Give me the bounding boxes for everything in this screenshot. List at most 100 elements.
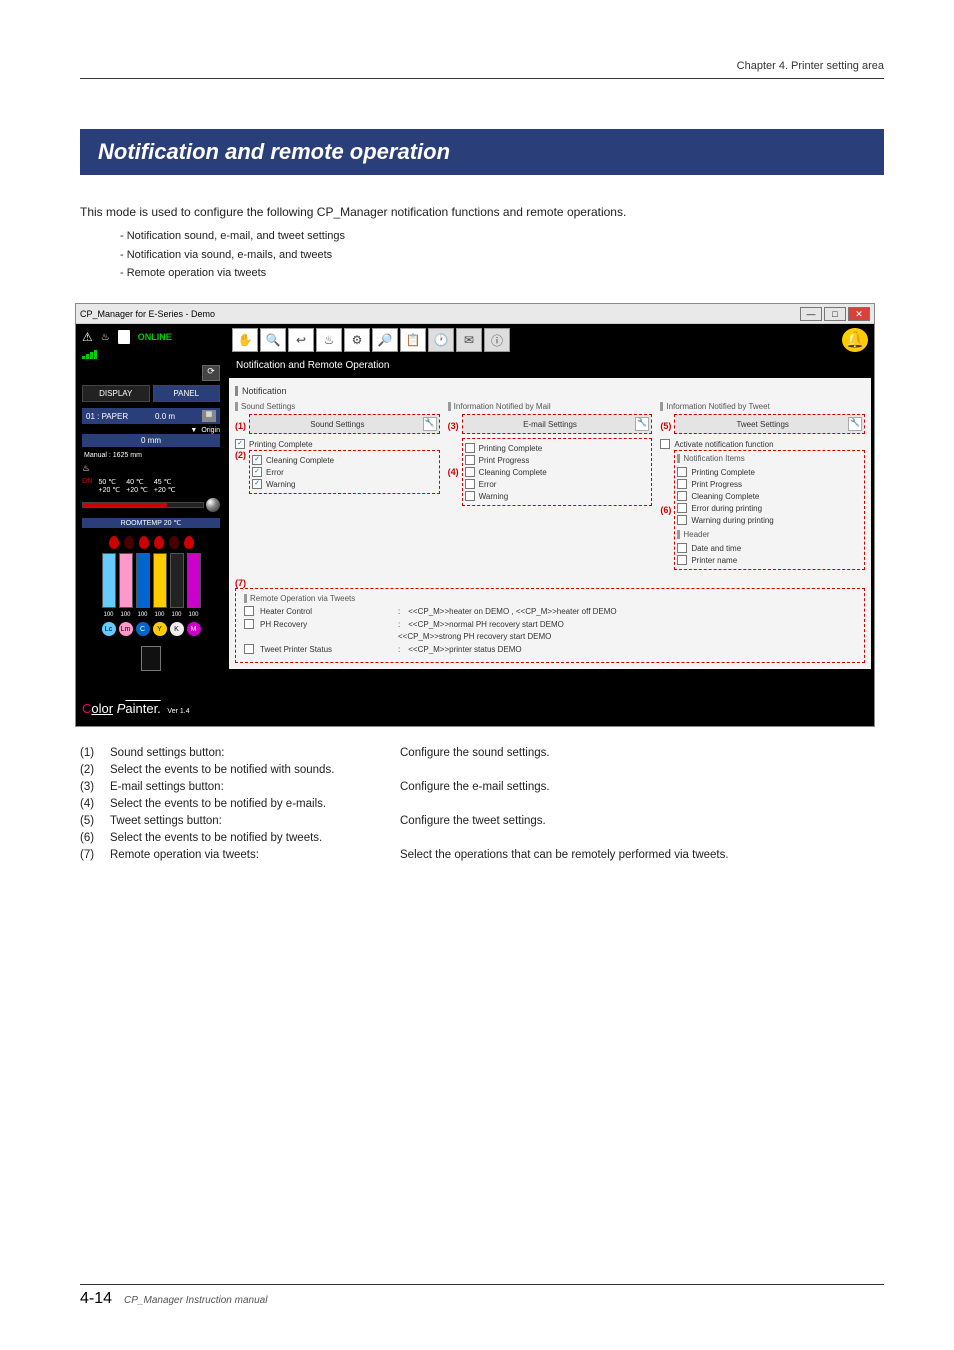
leg-7-d: Select the operations that can be remote… xyxy=(400,849,884,861)
toolbar-btn-2[interactable]: 🔍 xyxy=(260,328,286,352)
toolbar-btn-7[interactable]: 📋 xyxy=(400,328,426,352)
ink-icon[interactable] xyxy=(118,330,130,344)
notification-bell-icon[interactable]: 🔔 xyxy=(842,328,868,352)
lbl-ph: PH Recovery xyxy=(260,620,390,629)
window-title: CP_Manager for E-Series - Demo xyxy=(80,309,215,319)
toolbar-btn-1[interactable]: ✋ xyxy=(232,328,258,352)
chk-sound-print-complete[interactable]: ✓ xyxy=(235,439,245,449)
temp-gauge xyxy=(82,502,204,508)
chk-ph-recovery[interactable] xyxy=(244,619,254,629)
toolbar-btn-5[interactable]: ⚙ xyxy=(344,328,370,352)
toolbar-btn-3[interactable]: ↩ xyxy=(288,328,314,352)
manual-value: Manual : 1625 mm xyxy=(82,450,220,461)
doc-title: CP_Manager Instruction manual xyxy=(124,1295,267,1306)
leg-6-l: Select the events to be notified by twee… xyxy=(110,832,400,844)
toolbar-btn-clock[interactable]: 🕐 xyxy=(428,328,454,352)
close-button[interactable]: ✕ xyxy=(848,307,870,321)
email-settings-button[interactable]: E-mail Settings🔧 xyxy=(462,414,653,434)
leg-1-d: Configure the sound settings. xyxy=(400,747,884,759)
chk-date[interactable] xyxy=(677,543,687,553)
chk-mail-error[interactable] xyxy=(465,479,475,489)
heat-small-icon: ♨ xyxy=(82,463,220,474)
colon-2: : xyxy=(398,620,400,629)
intro-text: This mode is used to configure the follo… xyxy=(80,205,884,219)
leg-4-n: (4) xyxy=(80,798,110,810)
tweet-column: Information Notified by Tweet (5) Tweet … xyxy=(660,402,865,570)
chk-sound-clean[interactable]: ✓ xyxy=(252,455,262,465)
online-status: ONLINE xyxy=(138,332,172,342)
heater-2-set: 40 ℃ xyxy=(126,478,148,486)
chk-sound-warning[interactable]: ✓ xyxy=(252,479,262,489)
toolbar-btn-mail[interactable]: ✉ xyxy=(456,328,482,352)
minimize-button[interactable]: — xyxy=(800,307,822,321)
mail-column: Information Notified by Mail (3) E-mail … xyxy=(448,402,653,570)
chk-t-err-during[interactable] xyxy=(677,503,687,513)
heater-on: ON xyxy=(82,478,93,494)
lbl-t-print: Printing Complete xyxy=(691,468,755,477)
chk-mail-warning[interactable] xyxy=(465,491,475,501)
leg-2-l: Select the events to be notified with so… xyxy=(110,764,400,776)
app-logo: Color Painter. Ver 1.4 xyxy=(82,701,220,716)
lbl-m-clean: Cleaning Complete xyxy=(479,468,547,477)
chk-tweet-status[interactable] xyxy=(244,644,254,654)
ink-percentages: 100100100100100100 xyxy=(82,612,220,618)
paper-icon[interactable]: ▦ xyxy=(202,410,216,422)
cmd-ph2: <<CP_M>>strong PH recovery start DEMO xyxy=(398,632,551,641)
lbl-status: Tweet Printer Status xyxy=(260,645,390,654)
wrench-icon-3: 🔧 xyxy=(848,417,862,431)
cartridge-slot[interactable] xyxy=(141,646,161,671)
chk-t-clean[interactable] xyxy=(677,491,687,501)
toolbar: ✋ 🔍 ↩ ♨ ⚙ 🔎 📋 🕐 ✉ ⓘ 🔔 xyxy=(226,324,874,356)
chk-mail-print[interactable] xyxy=(465,443,475,453)
leg-7-n: (7) xyxy=(80,849,110,861)
lbl-m-progress: Print Progress xyxy=(479,456,530,465)
chk-t-warn-during[interactable] xyxy=(677,515,687,525)
chk-heater-control[interactable] xyxy=(244,606,254,616)
origin-arrow: ▼ xyxy=(190,427,197,434)
tweet-settings-button[interactable]: Tweet Settings🔧 xyxy=(674,414,865,434)
origin-label: Origin xyxy=(201,427,220,434)
lbl-t-err: Error during printing xyxy=(691,504,762,513)
chk-t-progress[interactable] xyxy=(677,479,687,489)
wrench-icon-2: 🔧 xyxy=(635,417,649,431)
colon-3: : xyxy=(398,645,400,654)
chapter-header: Chapter 4. Printer setting area xyxy=(80,60,884,79)
paper-value: 0.0 m xyxy=(155,412,175,421)
lbl-date: Date and time xyxy=(691,544,741,553)
callout-6: (6) xyxy=(660,505,671,515)
tab-panel[interactable]: PANEL xyxy=(153,385,221,402)
chk-mail-clean[interactable] xyxy=(465,467,475,477)
toolbar-btn-4[interactable]: ♨ xyxy=(316,328,342,352)
chk-pname[interactable] xyxy=(677,555,687,565)
warning-icon[interactable]: ⚠ xyxy=(82,330,93,344)
bullet-2: - Notification via sound, e-mails, and t… xyxy=(120,246,884,265)
leg-5-d: Configure the tweet settings. xyxy=(400,815,884,827)
cmd-heater: <<CP_M>>heater on DEMO , <<CP_M>>heater … xyxy=(408,607,616,616)
heat-icon[interactable]: ♨ xyxy=(101,332,110,343)
remote-header: Remote Operation via Tweets xyxy=(244,594,856,603)
lbl-t-progress: Print Progress xyxy=(691,480,742,489)
gauge-knob[interactable] xyxy=(206,498,220,512)
lbl-t-clean: Cleaning Complete xyxy=(691,492,759,501)
tab-display[interactable]: DISPLAY xyxy=(82,385,150,402)
leg-5-n: (5) xyxy=(80,815,110,827)
notif-items-hdr: Notification Items xyxy=(677,454,862,463)
origin-value: 0 mm xyxy=(141,436,161,445)
leg-4-l: Select the events to be notified by e-ma… xyxy=(110,798,400,810)
signal-icon xyxy=(82,350,97,359)
lbl-clean: Cleaning Complete xyxy=(266,456,334,465)
chk-t-print[interactable] xyxy=(677,467,687,477)
sound-settings-button[interactable]: Sound Settings🔧 xyxy=(249,414,440,434)
chk-sound-error[interactable]: ✓ xyxy=(252,467,262,477)
toolbar-btn-6[interactable]: 🔎 xyxy=(372,328,398,352)
refresh-button[interactable]: ⟳ xyxy=(202,365,220,381)
toolbar-btn-info[interactable]: ⓘ xyxy=(484,328,510,352)
leg-3-d: Configure the e-mail settings. xyxy=(400,781,884,793)
maximize-button[interactable]: □ xyxy=(824,307,846,321)
chk-activate-notif[interactable] xyxy=(660,439,670,449)
chk-mail-progress[interactable] xyxy=(465,455,475,465)
leg-1-n: (1) xyxy=(80,747,110,759)
heater-2-cur: +20 ℃ xyxy=(126,486,148,494)
lbl-m-warning: Warning xyxy=(479,492,509,501)
window-titlebar: CP_Manager for E-Series - Demo — □ ✕ xyxy=(76,304,874,324)
